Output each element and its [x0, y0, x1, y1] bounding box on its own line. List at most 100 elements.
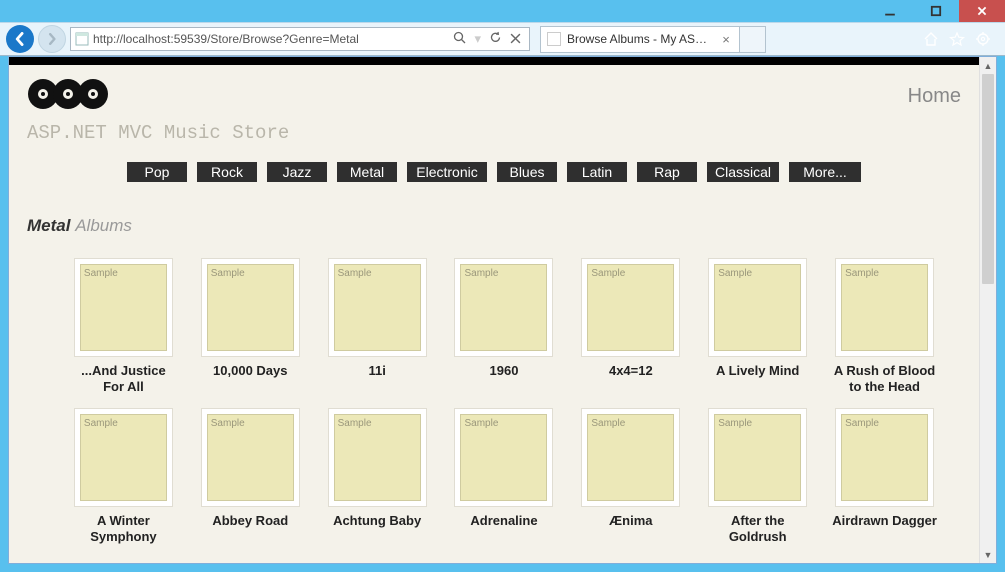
cover-sample-label: Sample	[84, 268, 118, 279]
site-header: Home	[9, 65, 979, 122]
cover-placeholder: Sample	[334, 414, 421, 501]
album-title: Abbey Road	[212, 513, 288, 529]
album-cover[interactable]: Sample	[581, 408, 680, 507]
url-input[interactable]	[93, 32, 445, 46]
window-close-button[interactable]	[959, 0, 1005, 22]
genre-link-rap[interactable]: Rap	[637, 162, 697, 182]
genre-link-classical[interactable]: Classical	[707, 162, 779, 182]
album-cover[interactable]: Sample	[328, 408, 427, 507]
tools-icon[interactable]	[975, 31, 991, 47]
genre-link-electronic[interactable]: Electronic	[407, 162, 487, 182]
window-minimize-button[interactable]	[867, 0, 913, 22]
genre-link-latin[interactable]: Latin	[567, 162, 627, 182]
cover-sample-label: Sample	[845, 268, 879, 279]
tab-close-button[interactable]: ×	[719, 32, 733, 47]
scroll-up-button[interactable]: ▲	[980, 57, 996, 74]
album-item[interactable]: Sample10,000 Days	[196, 258, 305, 394]
album-item[interactable]: SampleAdrenaline	[450, 408, 559, 544]
album-grid: Sample ...And Justice For All Sample10,000…	[9, 236, 979, 563]
album-cover[interactable]: Sample	[74, 408, 173, 507]
section-genre-name: Metal	[27, 216, 70, 235]
album-cover[interactable]: Sample	[835, 258, 934, 357]
album-item[interactable]: Sample ...And Justice For All	[69, 258, 178, 394]
genre-nav: Pop Rock Jazz Metal Electronic Blues Latin Rap C…	[9, 156, 979, 192]
album-title: A Winter Symphony	[69, 513, 178, 544]
album-cover[interactable]: Sample	[581, 258, 680, 357]
album-cover[interactable]: Sample	[74, 258, 173, 357]
album-cover[interactable]: Sample	[328, 258, 427, 357]
album-item[interactable]: Sample After the Goldrush	[703, 408, 812, 544]
scroll-down-button[interactable]: ▼	[980, 546, 996, 563]
album-cover[interactable]: Sample	[454, 258, 553, 357]
album-item[interactable]: SampleAchtung Baby	[323, 408, 432, 544]
cover-sample-label: Sample	[211, 268, 245, 279]
separator: ▾	[474, 31, 481, 47]
album-title: ...And Justice For All	[69, 363, 178, 394]
genre-link-metal[interactable]: Metal	[337, 162, 397, 182]
address-bar[interactable]: ▾	[70, 27, 530, 51]
browser-toolbar: ▾ Browse Albums - My ASP.N... ×	[0, 22, 1005, 56]
album-title: 4x4=12	[609, 363, 653, 379]
search-icon[interactable]	[453, 31, 466, 47]
cover-placeholder: Sample	[714, 414, 801, 501]
album-title: 11i	[368, 363, 385, 379]
album-cover[interactable]: Sample	[201, 408, 300, 507]
refresh-icon[interactable]	[489, 31, 502, 47]
cover-sample-label: Sample	[591, 418, 625, 429]
genre-link-blues[interactable]: Blues	[497, 162, 557, 182]
album-cover[interactable]: Sample	[454, 408, 553, 507]
vertical-scrollbar[interactable]: ▲ ▼	[979, 57, 996, 563]
cover-placeholder: Sample	[334, 264, 421, 351]
page-favicon-icon	[75, 32, 89, 46]
album-title: Ænima	[609, 513, 652, 529]
section-title: Metal Albums	[9, 192, 979, 236]
album-cover[interactable]: Sample	[201, 258, 300, 357]
tab-favicon-icon	[547, 32, 561, 46]
cover-placeholder: Sample	[80, 264, 167, 351]
home-nav-link[interactable]: Home	[908, 85, 961, 108]
top-black-bar	[9, 57, 979, 65]
logo-rings-icon	[27, 75, 109, 113]
cover-placeholder: Sample	[207, 264, 294, 351]
album-item[interactable]: SampleA Rush of Blood to the Head	[830, 258, 939, 394]
genre-link-pop[interactable]: Pop	[127, 162, 187, 182]
cover-sample-label: Sample	[845, 418, 879, 429]
album-cover[interactable]: Sample	[708, 408, 807, 507]
scroll-thumb[interactable]	[982, 74, 994, 284]
genre-link-jazz[interactable]: Jazz	[267, 162, 327, 182]
window-maximize-button[interactable]	[913, 0, 959, 22]
stop-icon[interactable]	[510, 32, 521, 47]
album-item[interactable]: SampleA Lively Mind	[703, 258, 812, 394]
cover-placeholder: Sample	[587, 264, 674, 351]
cover-sample-label: Sample	[718, 418, 752, 429]
genre-link-rock[interactable]: Rock	[197, 162, 257, 182]
site-title: ASP.NET MVC Music Store	[9, 122, 979, 156]
favorites-icon[interactable]	[949, 31, 965, 47]
album-item[interactable]: Sample 11i	[323, 258, 432, 394]
address-bar-controls: ▾	[449, 31, 525, 47]
site-logo[interactable]	[27, 75, 109, 118]
nav-back-button[interactable]	[6, 25, 34, 53]
window-titlebar	[0, 0, 1005, 22]
new-tab-button[interactable]	[740, 26, 766, 53]
cover-sample-label: Sample	[464, 418, 498, 429]
album-title: After the Goldrush	[703, 513, 812, 544]
genre-link-more[interactable]: More...	[789, 162, 861, 182]
browser-chrome-icons	[923, 31, 999, 47]
album-item[interactable]: Sample Abbey Road	[196, 408, 305, 544]
album-item[interactable]: SampleAirdrawn Dagger	[830, 408, 939, 544]
album-item[interactable]: Sample A Winter Symphony	[69, 408, 178, 544]
home-icon[interactable]	[923, 31, 939, 47]
album-cover[interactable]: Sample	[835, 408, 934, 507]
album-item[interactable]: Sample1960	[450, 258, 559, 394]
album-cover[interactable]: Sample	[708, 258, 807, 357]
tab-title: Browse Albums - My ASP.N...	[567, 32, 713, 46]
tab-strip: Browse Albums - My ASP.N... ×	[540, 26, 766, 53]
nav-forward-button[interactable]	[38, 25, 66, 53]
cover-placeholder: Sample	[460, 264, 547, 351]
album-item[interactable]: Sample Ænima	[576, 408, 685, 544]
page-scroll-area[interactable]: Home ASP.NET MVC Music Store Pop Rock Jazz…	[9, 57, 979, 563]
browser-tab[interactable]: Browse Albums - My ASP.N... ×	[540, 26, 740, 53]
album-item[interactable]: Sample 4x4=12	[576, 258, 685, 394]
cover-placeholder: Sample	[841, 264, 928, 351]
